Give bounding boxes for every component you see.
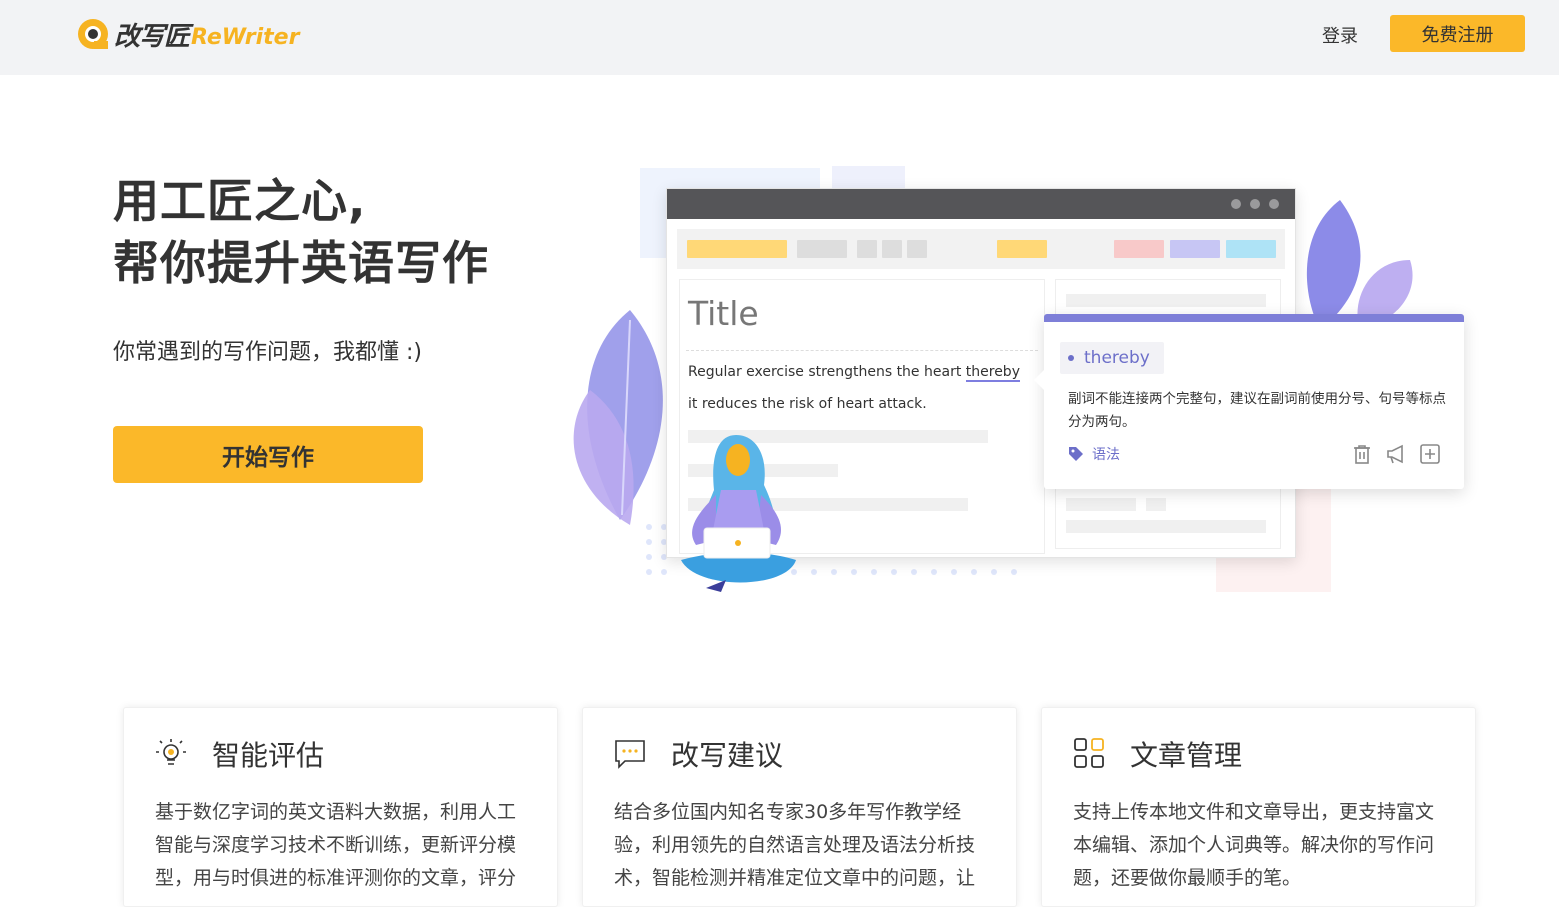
doc-title: Title xyxy=(688,294,759,333)
text-placeholder xyxy=(1146,498,1166,511)
add-icon[interactable] xyxy=(1418,442,1442,466)
divider xyxy=(686,350,1038,351)
sentence-text: Regular exercise strengthens the heart xyxy=(688,364,966,380)
toolbar-placeholder xyxy=(1170,240,1220,258)
bullet-dot xyxy=(1068,355,1074,361)
top-nav: 改写匠 ReWriter 登录 免费注册 xyxy=(0,0,1559,75)
feature-title: 智能评估 xyxy=(212,739,325,772)
suggestion-word: thereby xyxy=(1084,348,1150,368)
grid-icon xyxy=(1074,738,1104,768)
hero-illustration: Title Regular exercise strengthens the h… xyxy=(540,150,1500,610)
window-dot xyxy=(1269,199,1279,209)
window-dot xyxy=(1231,199,1241,209)
logo-icon xyxy=(78,19,108,49)
feature-description: 支持上传本地文件和文章导出，更支持富文本编辑、添加个人词典等。解决你的写作问题，… xyxy=(1073,801,1435,889)
feature-title: 文章管理 xyxy=(1130,739,1243,772)
hero-title: 用工匠之心, 帮你提升英语写作 xyxy=(113,170,489,294)
toolbar-placeholder xyxy=(1226,240,1276,258)
login-link[interactable]: 登录 xyxy=(1322,22,1358,48)
person-illustration xyxy=(681,435,796,592)
leaves-right-decor xyxy=(1306,200,1413,330)
tag-icon xyxy=(1069,447,1083,461)
category-label: 语法 xyxy=(1092,447,1120,463)
suggestion-word-chip[interactable]: thereby xyxy=(1060,342,1164,374)
feature-description: 结合多位国内知名专家30多年写作教学经验，利用领先的自然语言处理及语法分析技术，… xyxy=(614,801,976,889)
toolbar-placeholder xyxy=(882,240,902,258)
card-actions xyxy=(1350,442,1442,466)
suggestion-card: thereby 副词不能连接两个完整句，建议在副词前使用分号、句号等标点分为两句… xyxy=(1034,314,1464,489)
logo-text-en: ReWriter xyxy=(191,24,300,50)
trash-icon[interactable] xyxy=(1350,442,1374,466)
megaphone-icon[interactable] xyxy=(1384,442,1408,466)
logo-text-cn: 改写匠 xyxy=(114,21,190,52)
card-pointer xyxy=(1034,370,1044,390)
feature-card-evaluation: 智能评估 基于数亿字词的英文语料大数据，利用人工智能与深度学习技术不断训练，更新… xyxy=(123,707,558,907)
window-titlebar xyxy=(667,189,1295,219)
doc-sentence-line2: it reduces the risk of heart attack. xyxy=(688,396,927,412)
start-writing-button[interactable]: 开始写作 xyxy=(113,426,423,483)
lightbulb-icon xyxy=(156,739,186,765)
category-tag: 语法 xyxy=(1068,444,1120,464)
toolbar-placeholder xyxy=(797,240,847,258)
hero-title-line1: 用工匠之心, xyxy=(113,174,367,228)
doc-sentence-line1: Regular exercise strengthens the heart t… xyxy=(688,364,1020,382)
text-placeholder xyxy=(1066,520,1266,533)
text-placeholder xyxy=(1066,498,1136,511)
hero-subtitle: 你常遇到的写作问题，我都懂 :) xyxy=(113,340,422,365)
suggestion-text: 副词不能连接两个完整句，建议在副词前使用分号、句号等标点分为两句。 xyxy=(1068,391,1446,430)
window-dot xyxy=(1250,199,1260,209)
toolbar-placeholder xyxy=(687,240,787,258)
logo[interactable]: 改写匠 ReWriter xyxy=(76,14,299,54)
hero-title-line2: 帮你提升英语写作 xyxy=(113,236,489,290)
toolbar-placeholder xyxy=(857,240,877,258)
toolbar-placeholder xyxy=(997,240,1047,258)
text-placeholder xyxy=(1066,294,1266,307)
toolbar-placeholder xyxy=(1114,240,1164,258)
editor-toolbar xyxy=(677,229,1285,269)
feature-title: 改写建议 xyxy=(671,739,784,772)
toolbar-placeholder xyxy=(907,240,927,258)
register-button[interactable]: 免费注册 xyxy=(1390,15,1525,52)
feature-description: 基于数亿字词的英文语料大数据，利用人工智能与深度学习技术不断训练，更新评分模型，… xyxy=(155,801,517,889)
feature-card-suggestions: 改写建议 结合多位国内知名专家30多年写作教学经验，利用领先的自然语言处理及语法… xyxy=(582,707,1017,907)
feature-card-management: 文章管理 支持上传本地文件和文章导出，更支持富文本编辑、添加个人词典等。解决你的… xyxy=(1041,707,1476,907)
chat-bubble-icon xyxy=(615,740,645,769)
highlighted-word[interactable]: thereby xyxy=(965,364,1020,382)
